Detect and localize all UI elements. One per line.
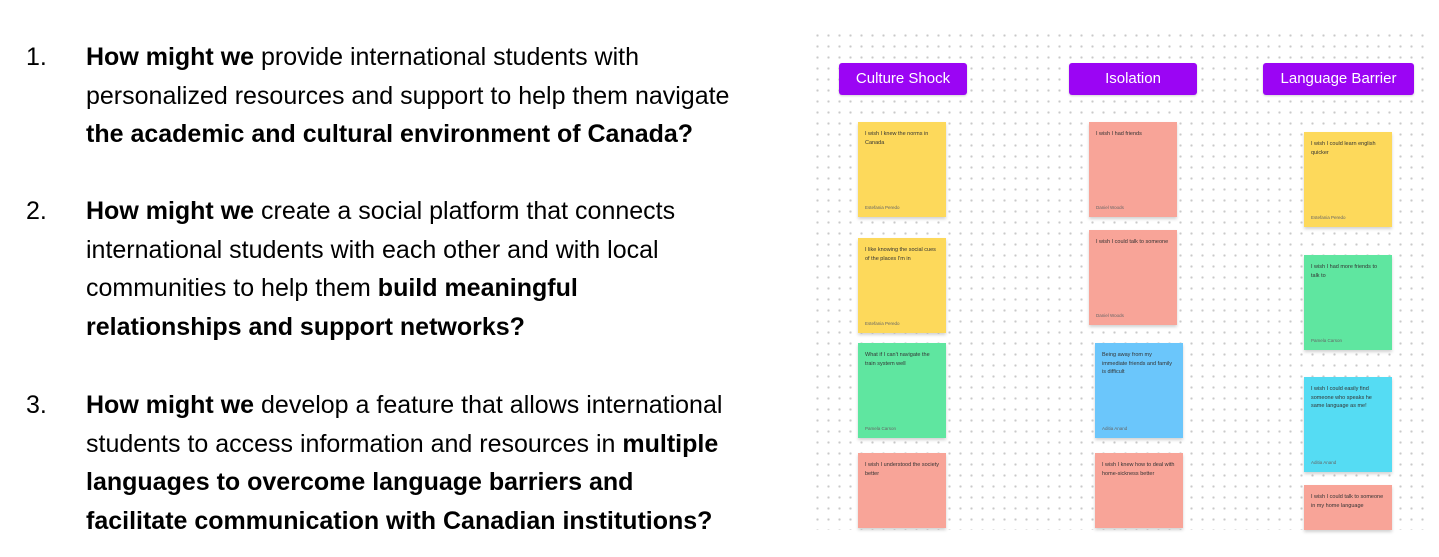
note-author: Pamela Carson [865, 426, 897, 431]
hmw-lead: How might we [86, 391, 255, 419]
note-text: I wish I understood the society better [865, 462, 939, 477]
note-author: Aditia Anand [1102, 426, 1128, 431]
note-author: Pamela Carson [1311, 338, 1343, 343]
sticky-note[interactable]: I wish I had more friends to talk to Pam… [1304, 255, 1392, 350]
hmw-text: international students with each other a… [86, 235, 659, 264]
hmw-text: create a social platform that connects [254, 197, 676, 225]
hmw-text: the academic and cultural environment of… [86, 120, 694, 149]
hmw-text: personalized resources and support to he… [86, 81, 730, 110]
hmw-list: 1. How might we provide international st… [0, 0, 810, 557]
note-text: I wish I could easily find someone who s… [1311, 386, 1372, 409]
hmw-text: develop a feature that allows internatio… [254, 391, 723, 419]
header-language-barrier[interactable]: Language Barrier [1263, 63, 1414, 95]
sticky-note[interactable]: I wish I could talk to someone Daniel Wo… [1089, 230, 1177, 325]
affinity-board: Culture Shock Isolation Language Barrier… [812, 30, 1427, 530]
sticky-note[interactable]: I wish I could easily find someone who s… [1304, 377, 1392, 472]
note-author: Estefania Peredo [865, 205, 900, 210]
sticky-note[interactable]: I wish I knew how to deal with home-sick… [1095, 453, 1183, 528]
hmw-line: personalized resources and support to he… [86, 77, 729, 116]
note-text: I wish I could talk to someone in my hom… [1311, 494, 1384, 509]
hmw-line: How might we develop a feature that allo… [86, 386, 722, 425]
sticky-note[interactable]: I wish I could learn english quicker Est… [1304, 132, 1392, 227]
list-number: 3. [26, 391, 47, 419]
hmw-text: languages to overcome language barriers … [86, 468, 634, 497]
note-author: Daniel Woods [1096, 205, 1124, 210]
hmw-text: multiple [622, 429, 719, 458]
hmw-line: students to access information and resou… [86, 425, 718, 464]
hmw-line: communities to help them build meaningfu… [86, 269, 578, 308]
list-number: 2. [26, 197, 47, 225]
hmw-text: facilitate communication with Canadian i… [86, 506, 713, 535]
hmw-text: communities to help them [86, 274, 378, 303]
hmw-line: How might we create a social platform th… [86, 192, 675, 231]
note-text: I wish I knew the norms in Canada [865, 131, 929, 146]
hmw-line: languages to overcome language barriers … [86, 463, 633, 502]
hmw-line: international students with each other a… [86, 231, 659, 270]
hmw-lead: How might we [86, 197, 255, 225]
note-text: I wish I knew how to deal with home-sick… [1102, 462, 1175, 477]
note-text: I wish I had friends [1096, 131, 1142, 137]
hmw-line: facilitate communication with Canadian i… [86, 502, 712, 541]
hmw-text: provide international students with [254, 43, 640, 71]
header-isolation[interactable]: Isolation [1069, 63, 1197, 95]
note-text: What if I can't navigate the train syste… [865, 352, 930, 367]
note-author: Estefania Peredo [865, 321, 900, 326]
note-text: I wish I could learn english quicker [1311, 141, 1376, 156]
hmw-text: build meaningful [377, 274, 578, 303]
note-text: I like knowing the social cues of the pl… [865, 247, 936, 262]
sticky-note[interactable]: What if I can't navigate the train syste… [858, 343, 946, 438]
note-author: Estefania Peredo [1311, 215, 1346, 220]
hmw-text: students to access information and resou… [86, 429, 623, 458]
sticky-note[interactable]: I like knowing the social cues of the pl… [858, 238, 946, 333]
hmw-lead: How might we [86, 43, 255, 71]
note-text: Being away from my immediate friends and… [1102, 352, 1173, 375]
hmw-text: relationships and support networks? [86, 312, 525, 341]
hmw-line: How might we provide international stude… [86, 38, 639, 77]
hmw-line: relationships and support networks? [86, 308, 525, 347]
sticky-note[interactable]: I wish I knew the norms in Canada Estefa… [858, 122, 946, 217]
note-author: Aditia Anand [1311, 460, 1337, 465]
header-culture-shock[interactable]: Culture Shock [839, 63, 967, 95]
list-number: 1. [26, 43, 47, 71]
sticky-note[interactable]: Being away from my immediate friends and… [1095, 343, 1183, 438]
sticky-note[interactable]: I wish I had friends Daniel Woods [1089, 122, 1177, 217]
note-text: I wish I had more friends to talk to [1311, 264, 1378, 279]
hmw-line: the academic and cultural environment of… [86, 115, 693, 154]
sticky-note[interactable]: I wish I understood the society better [858, 453, 946, 528]
note-text: I wish I could talk to someone [1096, 239, 1169, 245]
sticky-note[interactable]: I wish I could talk to someone in my hom… [1304, 485, 1392, 530]
note-author: Daniel Woods [1096, 313, 1124, 318]
